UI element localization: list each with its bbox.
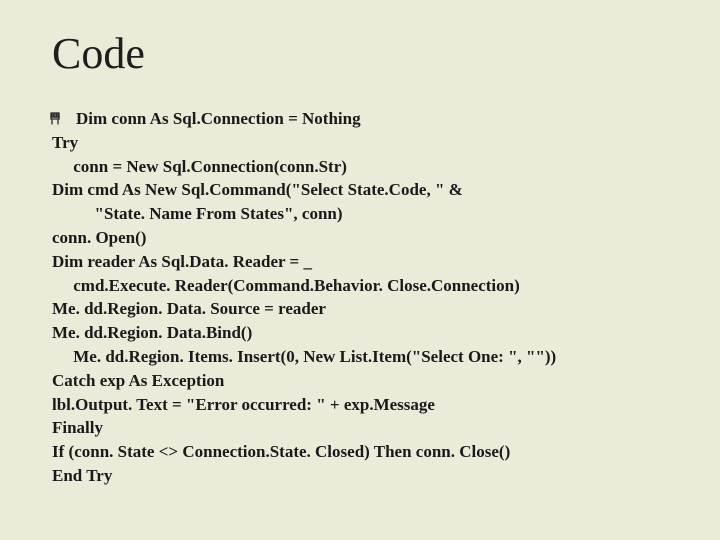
slide-title: Code [52, 28, 668, 79]
chair-icon [48, 111, 62, 125]
code-line: Dim cmd As New Sql.Command("Select State… [52, 178, 668, 202]
code-line: Dim reader As Sql.Data. Reader = _ [52, 250, 668, 274]
code-line: Dim conn As Sql.Connection = Nothing [52, 109, 361, 128]
code-line: "State. Name From States", conn) [52, 202, 668, 226]
code-line: Catch exp As Exception [52, 369, 668, 393]
code-line: Try [52, 131, 668, 155]
code-line: conn = New Sql.Connection(conn.Str) [52, 155, 668, 179]
code-line: cmd.Execute. Reader(Command.Behavior. Cl… [52, 274, 668, 298]
code-line: Finally [52, 416, 668, 440]
code-line: Me. dd.Region. Items. Insert(0, New List… [52, 345, 668, 369]
slide: Code Dim conn As Sql.Connection = Nothin… [0, 0, 720, 540]
code-line: lbl.Output. Text = "Error occurred: " + … [52, 393, 668, 417]
code-line: End Try [52, 464, 668, 488]
code-line: If (conn. State <> Connection.State. Clo… [52, 440, 668, 464]
code-line: Me. dd.Region. Data. Source = reader [52, 297, 668, 321]
code-body: Dim conn As Sql.Connection = Nothing Try… [52, 107, 668, 488]
code-line: Me. dd.Region. Data.Bind() [52, 321, 668, 345]
bullet-item: Dim conn As Sql.Connection = Nothing [52, 107, 668, 131]
code-line: conn. Open() [52, 226, 668, 250]
